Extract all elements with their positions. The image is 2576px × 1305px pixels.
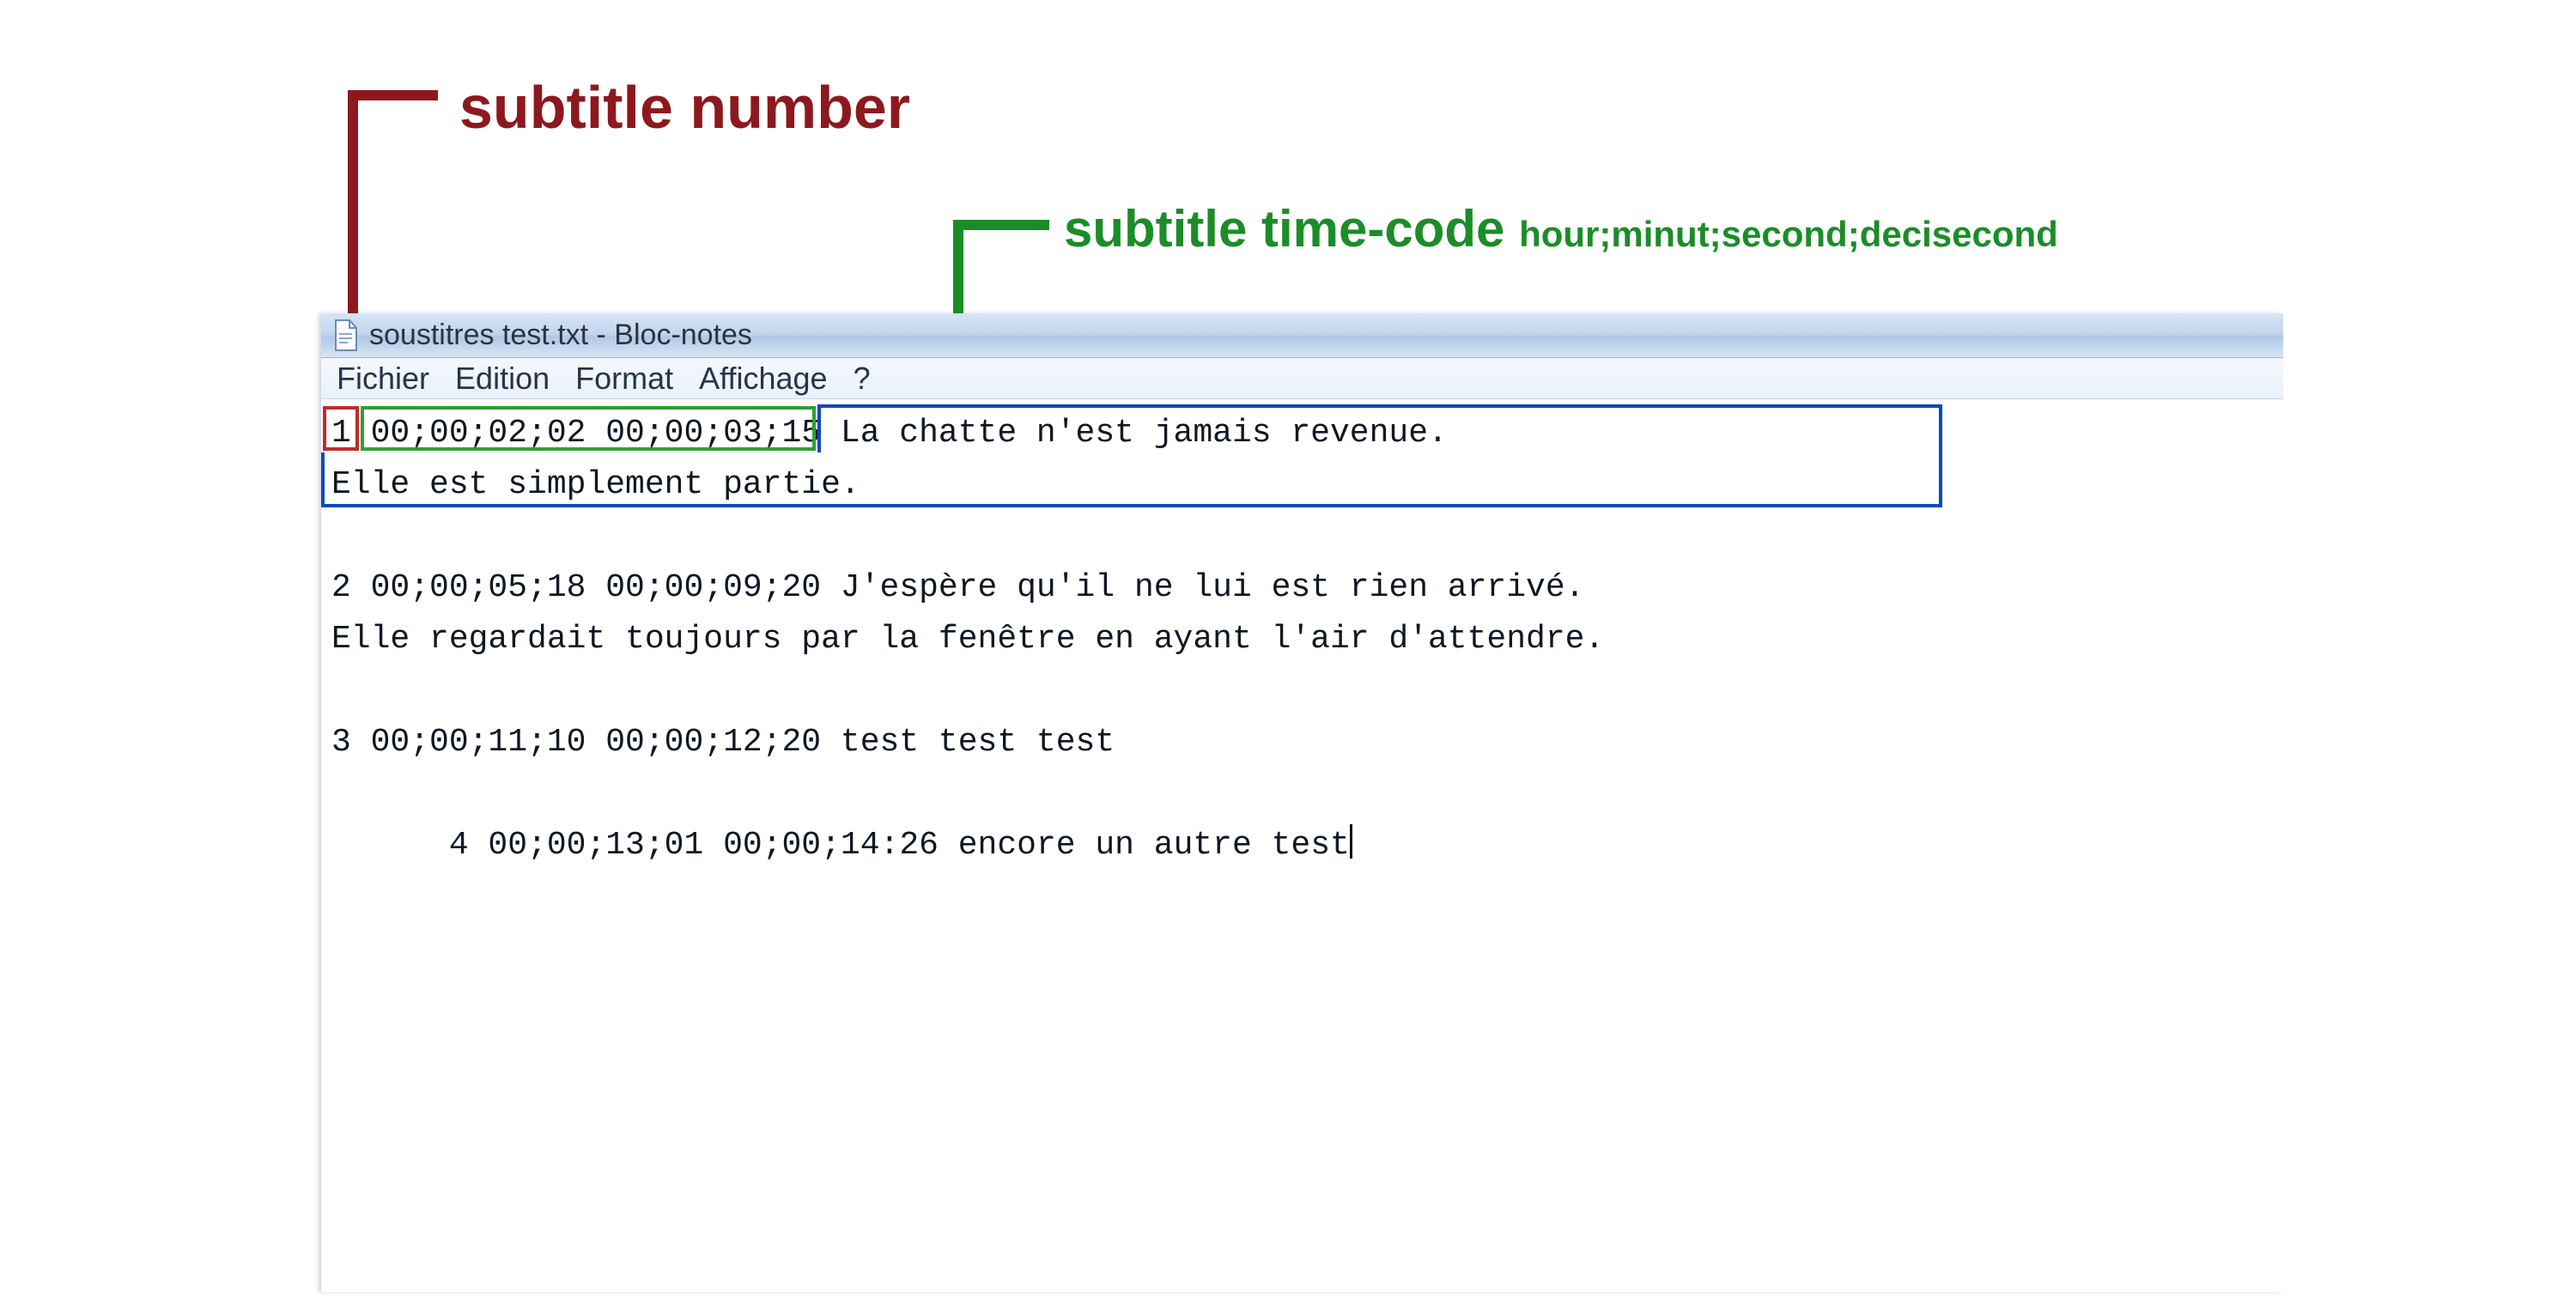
text-cursor xyxy=(1350,824,1352,859)
window-title: soustitres test.txt - Bloc-notes xyxy=(369,319,752,352)
annotation-subtitle-timecode: subtitle time-code hour;minut;second;dec… xyxy=(1064,199,2058,258)
notepad-window: soustitres test.txt - Bloc-notes Fichier… xyxy=(321,313,2283,1292)
content-line: 1 00;00;02;02 00;00;03;15 La chatte n'es… xyxy=(325,408,2283,459)
blank-line xyxy=(325,665,2283,717)
content-line: Elle regardait toujours par la fenêtre e… xyxy=(325,614,2283,665)
menu-fichier[interactable]: Fichier xyxy=(337,361,429,397)
annotation-subtitle-timecode-main: subtitle time-code xyxy=(1064,200,1504,258)
content-line: 2 00;00;05;18 00;00;09;20 J'espère qu'il… xyxy=(325,562,2283,614)
menu-format[interactable]: Format xyxy=(575,361,673,397)
annotation-subtitle-number: subtitle number xyxy=(459,73,910,142)
content-line-text: 4 00;00;13;01 00;00;14:26 encore un autr… xyxy=(449,827,1350,864)
blank-line xyxy=(325,511,2283,562)
content-line: 4 00;00;13;01 00;00;14:26 encore un autr… xyxy=(325,768,2283,923)
content-line: 3 00;00;11;10 00;00;12;20 test test test xyxy=(325,717,2283,768)
menu-edition[interactable]: Edition xyxy=(455,361,550,397)
annotation-subtitle-timecode-sub: hour;minut;second;decisecond xyxy=(1519,214,2058,254)
connector-line xyxy=(953,220,1049,230)
menu-help[interactable]: ? xyxy=(854,361,871,397)
document-icon xyxy=(333,319,359,352)
content-line: Elle est simplement partie. xyxy=(325,459,2283,511)
menu-affichage[interactable]: Affichage xyxy=(699,361,827,397)
text-area[interactable]: 1 00;00;02;02 00;00;03;15 La chatte n'es… xyxy=(321,399,2283,1292)
menubar: Fichier Edition Format Affichage ? xyxy=(321,358,2283,399)
connector-line xyxy=(348,90,438,100)
titlebar[interactable]: soustitres test.txt - Bloc-notes xyxy=(321,313,2283,358)
